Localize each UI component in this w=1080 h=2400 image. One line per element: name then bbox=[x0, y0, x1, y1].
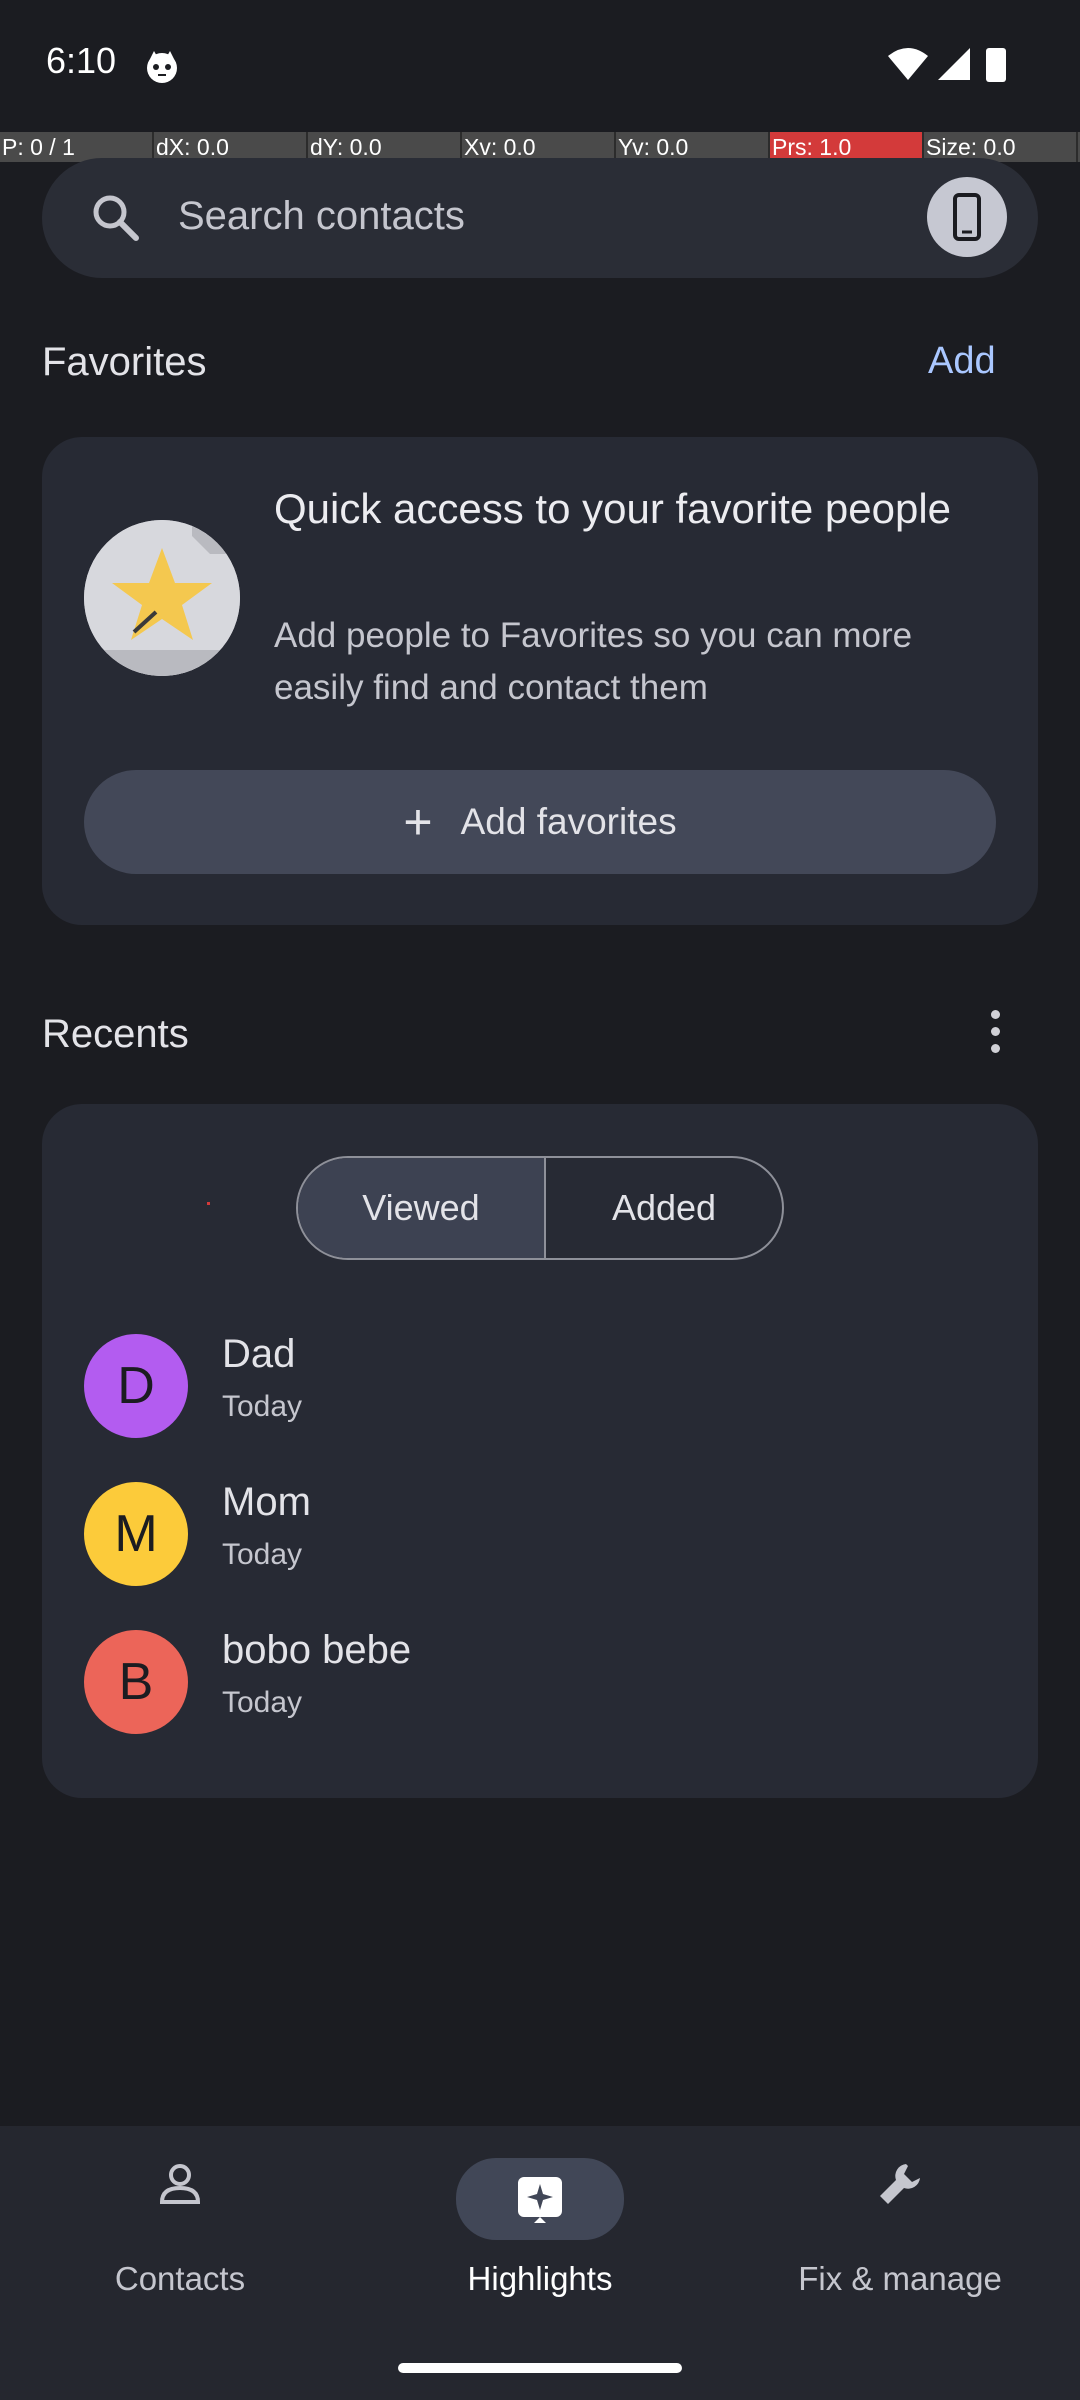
wrench-icon bbox=[855, 2160, 945, 2208]
signal-icon bbox=[936, 46, 972, 87]
contact-name: Dad bbox=[222, 1332, 296, 1376]
home-indicator[interactable] bbox=[398, 2363, 682, 2373]
avatar: M bbox=[84, 1482, 188, 1586]
recents-segmented-control: Viewed Added bbox=[296, 1156, 784, 1260]
contact-row-mom[interactable]: M Mom Today bbox=[42, 1460, 1038, 1608]
tab-added[interactable]: Added bbox=[546, 1158, 782, 1258]
search-input[interactable]: Search contacts bbox=[178, 190, 465, 242]
contact-row-dad[interactable]: D Dad Today bbox=[42, 1312, 1038, 1460]
contact-name: Mom bbox=[222, 1480, 311, 1524]
nav-label-fix-manage: Fix & manage bbox=[798, 2260, 1002, 2297]
nav-item-fix-manage[interactable]: Fix & manage bbox=[750, 2126, 1050, 2346]
star-icon bbox=[84, 520, 240, 676]
avatar: B bbox=[84, 1630, 188, 1734]
contact-subtitle: Today bbox=[222, 1390, 303, 1423]
add-favorites-button[interactable]: + Add favorites bbox=[84, 770, 996, 874]
favorites-add-button[interactable]: Add bbox=[928, 340, 996, 383]
contact-name: bobo bebe bbox=[222, 1628, 412, 1672]
favorites-card-title: Quick access to your favorite people bbox=[274, 485, 952, 532]
phone-device-icon[interactable] bbox=[927, 177, 1007, 257]
tab-viewed[interactable]: Viewed bbox=[298, 1158, 546, 1258]
highlights-icon bbox=[456, 2158, 624, 2240]
contact-subtitle: Today bbox=[222, 1538, 303, 1571]
avatar: D bbox=[84, 1334, 188, 1438]
more-vert-icon[interactable] bbox=[980, 1010, 1010, 1064]
touch-indicator-dot bbox=[207, 1202, 210, 1205]
nav-label-highlights: Highlights bbox=[467, 2260, 613, 2297]
contact-subtitle: Today bbox=[222, 1686, 303, 1719]
nav-label-contacts: Contacts bbox=[114, 2260, 246, 2297]
favorites-header: Favorites bbox=[42, 340, 207, 384]
cat-icon bbox=[145, 50, 179, 84]
nav-item-highlights[interactable]: Highlights bbox=[390, 2126, 690, 2346]
contact-row-bobo-bebe[interactable]: B bobo bebe Today bbox=[42, 1608, 1038, 1756]
wifi-icon bbox=[886, 46, 930, 87]
nav-item-contacts[interactable]: Contacts bbox=[30, 2126, 330, 2346]
add-favorites-label: Add favorites bbox=[460, 801, 677, 842]
recents-header: Recents bbox=[42, 1012, 189, 1056]
battery-icon bbox=[986, 48, 1006, 82]
favorites-card-description: Add people to Favorites so you can more … bbox=[274, 616, 913, 707]
search-icon[interactable] bbox=[88, 190, 142, 244]
status-time: 6:10 bbox=[46, 40, 117, 81]
plus-icon: + bbox=[403, 794, 433, 850]
person-icon bbox=[135, 2160, 225, 2208]
